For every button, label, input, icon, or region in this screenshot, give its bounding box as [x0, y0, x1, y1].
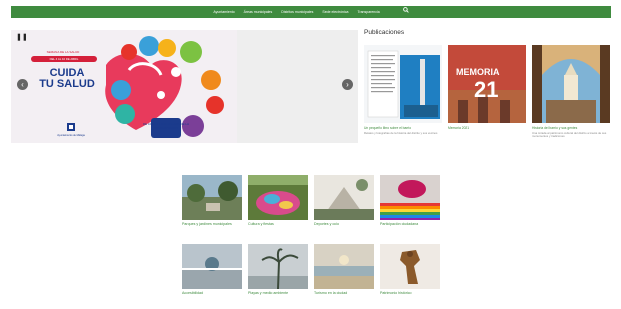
- gallery-thumb[interactable]: [182, 244, 242, 289]
- publication-title[interactable]: Historia del barrio y sus gentes: [532, 126, 610, 131]
- promo-title: CUIDA TU SALUD: [27, 68, 107, 90]
- nav-item-sede[interactable]: Sede electrónica: [322, 6, 348, 18]
- gallery-label[interactable]: Cultura y fiestas: [248, 222, 308, 227]
- nav-item-areas[interactable]: Áreas municipales: [244, 6, 273, 18]
- publication-card[interactable]: Historia del barrio y sus gentes Una mir…: [532, 45, 610, 139]
- pause-icon[interactable]: ❚❚: [16, 34, 30, 42]
- gallery-item[interactable]: Patrimonio histórico: [380, 244, 440, 296]
- gallery-thumb[interactable]: [248, 244, 308, 289]
- top-navbar: Ayuntamiento Áreas municipales Distritos…: [11, 6, 611, 18]
- carousel-slide[interactable]: SEMANA DE LA SALUD DEL 4 AL 10 DE ABRIL …: [11, 30, 237, 143]
- promo-date: DE 10:00 A 14:00 H PLAZA DE LA CONSTITUC…: [142, 122, 190, 130]
- gallery-label[interactable]: Patrimonio histórico: [380, 291, 440, 296]
- gallery-label[interactable]: Participación ciudadana: [380, 222, 440, 227]
- publication-card[interactable]: MEMORIA 21 Memoria 2021: [448, 45, 526, 131]
- gallery-thumb[interactable]: [380, 244, 440, 289]
- next-arrow-icon[interactable]: ›: [342, 79, 353, 90]
- nav-item-distritos[interactable]: Distritos municipales: [281, 6, 313, 18]
- gallery-label[interactable]: Parques y jardines municipales: [182, 222, 242, 227]
- gallery-thumb[interactable]: [248, 175, 308, 220]
- gallery-thumb[interactable]: [182, 175, 242, 220]
- promo-org: Ayuntamiento de Málaga: [57, 134, 85, 137]
- publication-cover[interactable]: MEMORIA 21: [448, 45, 526, 123]
- promo-banner: DEL 4 AL 10 DE ABRIL: [31, 56, 97, 62]
- publications-heading: Publicaciones: [364, 29, 405, 36]
- gallery-item[interactable]: Accesibilidad: [182, 244, 242, 296]
- publication-cover[interactable]: [364, 45, 442, 123]
- publication-cover[interactable]: [532, 45, 610, 123]
- promo-subtitle: SEMANA DE LA SALUD: [46, 50, 80, 54]
- gallery-label[interactable]: Turismo en la ciudad: [314, 291, 374, 296]
- gallery-item[interactable]: Participación ciudadana: [380, 175, 440, 227]
- gallery-thumb[interactable]: [314, 175, 374, 220]
- svg-text:21: 21: [474, 77, 498, 102]
- publication-card[interactable]: Un pequeño libro sobre el barrio Relatos…: [364, 45, 442, 135]
- publication-desc: Relatos y fotografías de la historia del…: [364, 130, 438, 135]
- hero-carousel: SEMANA DE LA SALUD DEL 4 AL 10 DE ABRIL …: [11, 30, 358, 143]
- gallery-item[interactable]: Playas y medio ambiente: [248, 244, 308, 296]
- nav-item-ayuntamiento[interactable]: Ayuntamiento: [213, 6, 234, 18]
- promo-title-line2: TU SALUD: [39, 78, 95, 90]
- gallery-thumb[interactable]: [380, 175, 440, 220]
- search-icon[interactable]: [402, 6, 409, 18]
- prev-arrow-icon[interactable]: ‹: [17, 79, 28, 90]
- gallery-item[interactable]: Deportes y ocio: [314, 175, 374, 227]
- gallery-label[interactable]: Playas y medio ambiente: [248, 291, 308, 296]
- svg-text:MEMORIA: MEMORIA: [456, 67, 500, 77]
- gallery-label[interactable]: Deportes y ocio: [314, 222, 374, 227]
- publication-title[interactable]: Memoria 2021: [448, 126, 526, 131]
- gallery-thumb[interactable]: [314, 244, 374, 289]
- gallery-label[interactable]: Accesibilidad: [182, 291, 242, 296]
- gallery-item[interactable]: Cultura y fiestas: [248, 175, 308, 227]
- gallery-item[interactable]: Parques y jardines municipales: [182, 175, 242, 227]
- city-logo-icon: [67, 123, 75, 131]
- publication-desc: Una mirada al patrimonio cultural del di…: [532, 130, 607, 139]
- nav-item-transparencia[interactable]: Transparencia: [357, 6, 379, 18]
- publication-title[interactable]: Un pequeño libro sobre el barrio: [364, 126, 442, 131]
- promo-org-block: Ayuntamiento de Málaga: [51, 122, 91, 137]
- gallery-item[interactable]: Turismo en la ciudad: [314, 244, 374, 296]
